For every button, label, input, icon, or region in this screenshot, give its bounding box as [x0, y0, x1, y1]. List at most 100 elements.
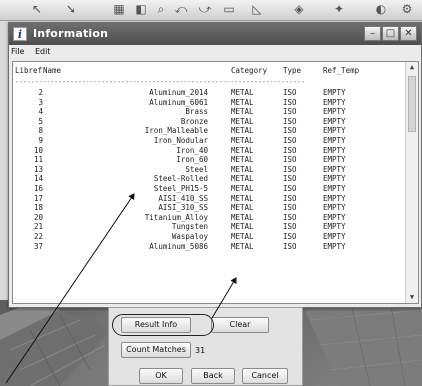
information-window: i Information – □ ✕ File Edit Libref Nam… — [8, 22, 422, 308]
cell-category: METAL — [231, 174, 254, 184]
zoom-icon[interactable]: ⌕ — [152, 1, 170, 17]
cell-category: METAL — [231, 107, 254, 117]
cell-libref: 10 — [33, 145, 43, 155]
ok-button[interactable]: OK — [139, 368, 183, 384]
tool-icon[interactable]: ➘ — [62, 1, 80, 17]
cell-ref-temp: EMPTY — [323, 164, 346, 174]
cell-libref: 16 — [33, 183, 43, 193]
table-body: 2 Aluminum_2014 METAL ISO EMPTY 3 Aluminum_606… — [13, 88, 408, 251]
cell-type: ISO — [283, 155, 297, 165]
selection-arrow-icon[interactable]: ↖ — [28, 1, 46, 17]
cell-name: AISI_310_SS — [158, 203, 208, 213]
light-icon[interactable]: ◐ — [372, 1, 390, 17]
cancel-button[interactable]: Cancel — [242, 368, 288, 384]
cell-type: ISO — [283, 164, 297, 174]
cell-category: METAL — [231, 135, 254, 145]
cell-type: ISO — [283, 222, 297, 232]
menu-bar: File Edit — [9, 45, 421, 59]
scrollbar-thumb[interactable] — [408, 76, 416, 132]
cell-name: Iron_Malleable — [144, 126, 208, 136]
cell-type: ISO — [283, 212, 297, 222]
cell-category: METAL — [231, 116, 254, 126]
cell-category: METAL — [231, 126, 254, 136]
table-header: Libref Name Category Type Ref_Temp — [13, 66, 418, 78]
cell-type: ISO — [283, 145, 297, 155]
view-icon[interactable]: ◧ — [132, 1, 150, 17]
table-row: 16 Steel_PH15-5 METAL ISO EMPTY — [13, 184, 408, 194]
cell-name: Aluminum_6061 — [149, 97, 208, 107]
screen-icon[interactable]: ▭ — [220, 1, 238, 17]
main-toolbar: ↖ ➘ ▦ ◧ ⌕ ⤺ ⤻ ▭ ◺ ◈ ✦ ◐ ⚙ — [0, 0, 422, 21]
info-icon: i — [13, 27, 27, 41]
cell-ref-temp: EMPTY — [323, 241, 346, 251]
cell-name: Iron_Nodular — [153, 135, 208, 145]
cell-name: Titanium_Alloy — [144, 212, 208, 222]
cell-ref-temp: EMPTY — [323, 126, 346, 136]
cell-ref-temp: EMPTY — [323, 231, 346, 241]
cell-libref: 8 — [38, 126, 43, 136]
cell-ref-temp: EMPTY — [323, 183, 346, 193]
cell-libref: 22 — [33, 231, 43, 241]
cell-name: Iron_60 — [176, 155, 208, 165]
vertical-scrollbar[interactable]: ▲ ▼ — [405, 62, 418, 303]
menu-file[interactable]: File — [11, 47, 24, 56]
cell-libref: 14 — [33, 174, 43, 184]
cell-name: Iron_40 — [176, 145, 208, 155]
cell-type: ISO — [283, 116, 297, 126]
cell-libref: 11 — [33, 155, 43, 165]
table-row: 9 Iron_Nodular METAL ISO EMPTY — [13, 136, 408, 146]
minimize-icon[interactable]: – — [364, 26, 381, 41]
cell-category: METAL — [231, 164, 254, 174]
cell-libref: 37 — [33, 241, 43, 251]
scroll-down-icon[interactable]: ▼ — [406, 292, 418, 303]
table-row: 17 AISI_410_SS METAL ISO EMPTY — [13, 194, 408, 204]
cell-type: ISO — [283, 241, 297, 251]
rotate-icon[interactable]: ⤺ — [172, 1, 190, 17]
shade-icon[interactable]: ◈ — [290, 1, 308, 17]
settings-icon[interactable]: ⚙ — [398, 1, 416, 17]
cell-type: ISO — [283, 135, 297, 145]
table-row: 14 Steel-Rolled METAL ISO EMPTY — [13, 174, 408, 184]
cell-category: METAL — [231, 212, 254, 222]
table-row: 20 Titanium_Alloy METAL ISO EMPTY — [13, 213, 408, 223]
cell-type: ISO — [283, 183, 297, 193]
cell-category: METAL — [231, 88, 254, 97]
back-button[interactable]: Back — [191, 368, 235, 384]
cell-category: METAL — [231, 203, 254, 213]
grid-icon[interactable]: ▦ — [110, 1, 128, 17]
maximize-icon[interactable]: □ — [382, 26, 399, 41]
header-libref: Libref — [15, 66, 43, 75]
cell-category: METAL — [231, 241, 254, 251]
info-text-area[interactable]: Libref Name Category Type Ref_Temp -----… — [12, 61, 419, 304]
cell-category: METAL — [231, 155, 254, 165]
cell-type: ISO — [283, 203, 297, 213]
header-name: Name — [43, 66, 62, 75]
render-icon[interactable]: ✦ — [330, 1, 348, 17]
table-row: 13 Steel METAL ISO EMPTY — [13, 165, 408, 175]
clear-button[interactable]: Clear — [211, 317, 269, 333]
pan-icon[interactable]: ⤻ — [196, 1, 214, 17]
cell-ref-temp: EMPTY — [323, 116, 346, 126]
cell-ref-temp: EMPTY — [323, 193, 346, 203]
header-ref-temp: Ref_Temp — [323, 66, 360, 75]
scroll-up-icon[interactable]: ▲ — [406, 62, 418, 73]
table-row: 10 Iron_40 METAL ISO EMPTY — [13, 146, 408, 156]
cell-libref: 4 — [38, 107, 43, 117]
cell-libref: 2 — [38, 88, 43, 97]
perspective-icon[interactable]: ◺ — [248, 1, 266, 17]
cell-name: Bronze — [180, 116, 208, 126]
cell-ref-temp: EMPTY — [323, 155, 346, 165]
cell-category: METAL — [231, 145, 254, 155]
table-row: 11 Iron_60 METAL ISO EMPTY — [13, 155, 408, 165]
cell-ref-temp: EMPTY — [323, 174, 346, 184]
cell-libref: 20 — [33, 212, 43, 222]
count-matches-button[interactable]: Count Matches — [121, 342, 191, 358]
window-titlebar[interactable]: i Information – □ ✕ — [9, 23, 421, 45]
cell-libref: 5 — [38, 116, 43, 126]
cell-category: METAL — [231, 97, 254, 107]
cell-ref-temp: EMPTY — [323, 135, 346, 145]
cell-ref-temp: EMPTY — [323, 107, 346, 117]
cell-libref: 13 — [33, 164, 43, 174]
close-icon[interactable]: ✕ — [400, 26, 417, 41]
menu-edit[interactable]: Edit — [35, 47, 51, 56]
